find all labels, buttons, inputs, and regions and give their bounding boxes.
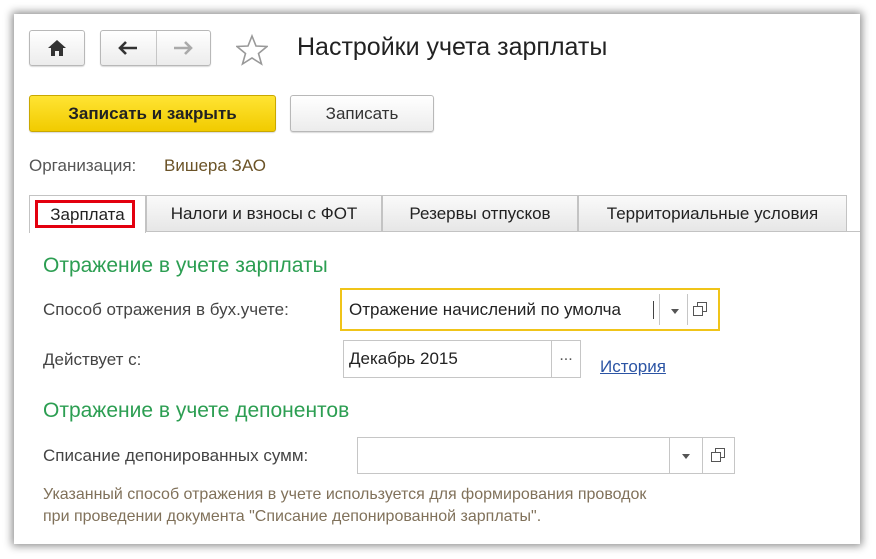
hint-text-line-2: при проведении документа "Списание депон…	[43, 508, 542, 525]
method-label: Способ отражения в бух.учете:	[43, 300, 289, 319]
arrow-right-icon	[174, 41, 194, 55]
star-favorite-icon[interactable]	[236, 34, 268, 66]
tab-taxes[interactable]: Налоги и взносы с ФОТ	[146, 195, 382, 232]
deponent-section-title: Отражение в учете депонентов	[43, 399, 350, 422]
tab-vacation-reserves[interactable]: Резервы отпусков	[382, 195, 578, 232]
writeoff-label: Списание депонированных сумм:	[43, 446, 309, 465]
method-caret-line	[653, 301, 654, 319]
open-form-icon[interactable]	[711, 448, 725, 467]
save-and-close-button[interactable]: Записать и закрыть	[29, 95, 276, 132]
tab-salary-label: Зарплата	[50, 204, 125, 224]
ellipsis-select-icon[interactable]: ...	[552, 347, 580, 365]
effective-date-field[interactable]: Декабрь 2015 ...	[343, 340, 581, 378]
tab-salary[interactable]: Зарплата	[29, 195, 146, 233]
method-value: Отражение начислений по умолча	[349, 300, 621, 319]
forward-button[interactable]	[157, 31, 211, 65]
nav-buttons-group	[100, 30, 211, 66]
effective-date-label: Действует с:	[43, 350, 142, 369]
method-divider-2	[687, 294, 688, 325]
chevron-down-icon[interactable]	[670, 448, 702, 464]
organization-value[interactable]: Вишера ЗАО	[164, 156, 266, 176]
back-button[interactable]	[101, 31, 157, 65]
chevron-down-icon[interactable]	[664, 303, 686, 319]
save-button[interactable]: Записать	[290, 95, 434, 132]
tab-territorial-conditions[interactable]: Территориальные условия	[578, 195, 847, 232]
open-form-icon[interactable]	[693, 302, 707, 321]
history-link[interactable]: История	[600, 357, 666, 377]
home-icon	[48, 40, 66, 56]
organization-label: Организация:	[29, 156, 137, 175]
method-field[interactable]: Отражение начислений по умолча	[340, 288, 720, 331]
home-button[interactable]	[29, 30, 85, 66]
salary-section-title: Отражение в учете зарплаты	[43, 254, 328, 277]
page-title: Настройки учета зарплаты	[297, 33, 608, 61]
effective-date-value: Декабрь 2015	[349, 349, 458, 368]
hint-text-line-1: Указанный способ отражения в учете испол…	[43, 486, 647, 503]
writeoff-field[interactable]	[357, 437, 735, 474]
settings-window: Настройки учета зарплаты Записать и закр…	[14, 14, 860, 544]
writeoff-divider-2	[702, 438, 703, 473]
method-divider-1	[659, 294, 660, 325]
tab-panel-border	[146, 231, 860, 232]
arrow-left-icon	[118, 41, 138, 55]
